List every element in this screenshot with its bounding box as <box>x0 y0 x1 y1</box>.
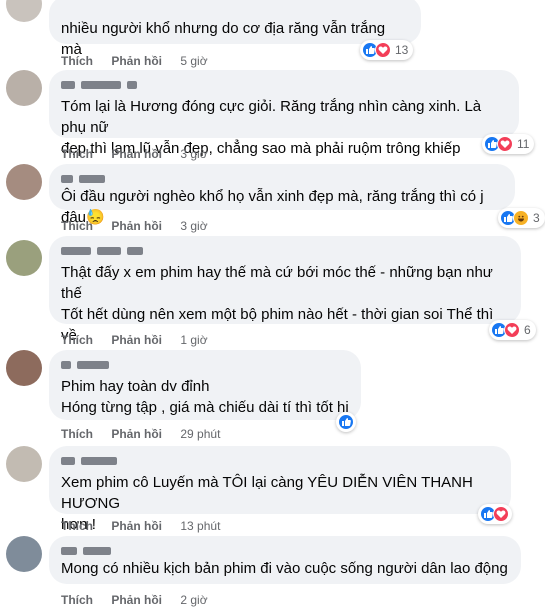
reaction-count: 3 <box>533 211 540 225</box>
comment-bubble: nhiều người khổ nhưng do cơ địa răng vẫn… <box>49 0 421 58</box>
reply-button[interactable]: Phản hồi <box>111 147 162 161</box>
avatar[interactable] <box>6 446 42 482</box>
comment-time[interactable]: 13 phút <box>180 519 220 533</box>
love-icon <box>504 322 520 338</box>
comment-bubble: Tóm lại là Hương đóng cực giỏi. Răng trắ… <box>49 70 519 157</box>
comment-actions: Thích Phản hồi 1 giờ <box>61 332 208 348</box>
comment-text: Phim hay toàn dv đỉnh Hóng từng tập , gi… <box>61 378 349 416</box>
comment-bubble: Thật đấy x em phim hay thế mà cứ bới móc… <box>49 236 521 365</box>
comment-time[interactable]: 1 giờ <box>180 333 207 347</box>
reaction-summary[interactable] <box>336 412 356 432</box>
comment-bubble: Mong có nhiều kịch bản phim đi vào cuộc … <box>49 536 521 584</box>
avatar[interactable] <box>6 350 42 386</box>
avatar[interactable] <box>6 536 42 572</box>
reply-button[interactable]: Phản hồi <box>111 427 162 441</box>
avatar[interactable] <box>6 240 42 276</box>
commenter-name[interactable] <box>61 78 507 92</box>
reaction-summary[interactable]: 6 <box>489 320 536 340</box>
love-icon <box>497 136 513 152</box>
love-icon <box>375 42 391 58</box>
love-icon <box>493 506 509 522</box>
like-button[interactable]: Thích <box>61 333 93 347</box>
comment-time[interactable]: 29 phút <box>180 427 220 441</box>
comment-actions: Thích Phản hồi 3 giờ <box>61 146 208 162</box>
like-icon <box>338 414 354 430</box>
comment-actions: Thích Phản hồi 2 giờ <box>61 592 208 608</box>
reaction-summary[interactable]: 11 <box>482 134 535 154</box>
commenter-name[interactable] <box>61 358 349 372</box>
commenter-name[interactable] <box>61 244 509 258</box>
reaction-summary[interactable]: 13 <box>360 40 414 60</box>
haha-icon <box>513 210 529 226</box>
comment-actions: Thích Phản hồi 13 phút <box>61 518 220 534</box>
commenter-name[interactable] <box>61 544 509 558</box>
reply-button[interactable]: Phản hồi <box>111 519 162 533</box>
like-button[interactable]: Thích <box>61 147 93 161</box>
reaction-count: 6 <box>524 323 531 337</box>
reply-button[interactable]: Phản hồi <box>111 219 162 233</box>
comment-text: Mong có nhiều kịch bản phim đi vào cuộc … <box>61 560 508 577</box>
reaction-summary[interactable]: 3 <box>498 208 545 228</box>
reaction-count: 13 <box>395 43 409 57</box>
avatar[interactable] <box>6 0 42 22</box>
comment-time[interactable]: 3 giờ <box>180 147 207 161</box>
comment-bubble: Phim hay toàn dv đỉnh Hóng từng tập , gi… <box>49 350 361 420</box>
reply-button[interactable]: Phản hồi <box>111 333 162 347</box>
reaction-summary[interactable] <box>478 504 512 524</box>
comment-actions: Thích Phản hồi 3 giờ <box>61 218 208 234</box>
comment-time[interactable]: 3 giờ <box>180 219 207 233</box>
reaction-count: 11 <box>517 137 530 151</box>
comment-time[interactable]: 5 giờ <box>180 54 207 68</box>
like-button[interactable]: Thích <box>61 219 93 233</box>
commenter-name[interactable] <box>61 454 499 468</box>
comment-actions: Thích Phản hồi 5 giờ <box>61 53 208 69</box>
avatar[interactable] <box>6 70 42 106</box>
comment-actions: Thích Phản hồi 29 phút <box>61 426 220 442</box>
like-button[interactable]: Thích <box>61 519 93 533</box>
reply-button[interactable]: Phản hồi <box>111 54 162 68</box>
like-button[interactable]: Thích <box>61 427 93 441</box>
avatar[interactable] <box>6 164 42 200</box>
comment-bubble: Xem phim cô Luyến mà TÔI lại càng YÊU DI… <box>49 446 511 533</box>
commenter-name[interactable] <box>61 172 503 186</box>
like-button[interactable]: Thích <box>61 54 93 68</box>
comment-bubble: Ôi đầu người nghèo khổ họ vẫn xinh đẹp m… <box>49 164 515 226</box>
